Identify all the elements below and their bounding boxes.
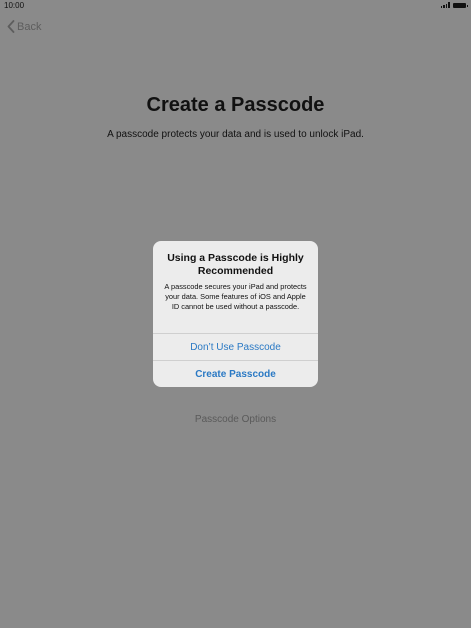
dont-use-passcode-button[interactable]: Don’t Use Passcode [153, 333, 318, 360]
passcode-options-link[interactable]: Passcode Options [0, 414, 471, 425]
back-button[interactable]: Back [7, 20, 41, 33]
status-icons [440, 2, 468, 8]
cellular-signal-icon [440, 2, 450, 8]
battery-icon [453, 3, 468, 8]
chevron-left-icon [7, 20, 15, 33]
create-passcode-button[interactable]: Create Passcode [153, 360, 318, 387]
back-label: Back [17, 20, 42, 33]
status-time: 10:00 [4, 1, 25, 10]
dialog-title: Using a Passcode is Highly Recommended [167, 252, 304, 277]
page-title: Create a Passcode [146, 94, 325, 116]
status-bar: 10:00 [0, 0, 471, 12]
dialog-message: A passcode secures your iPad and protect… [164, 282, 307, 311]
page-subtitle: A passcode protects your data and is use… [107, 129, 364, 140]
